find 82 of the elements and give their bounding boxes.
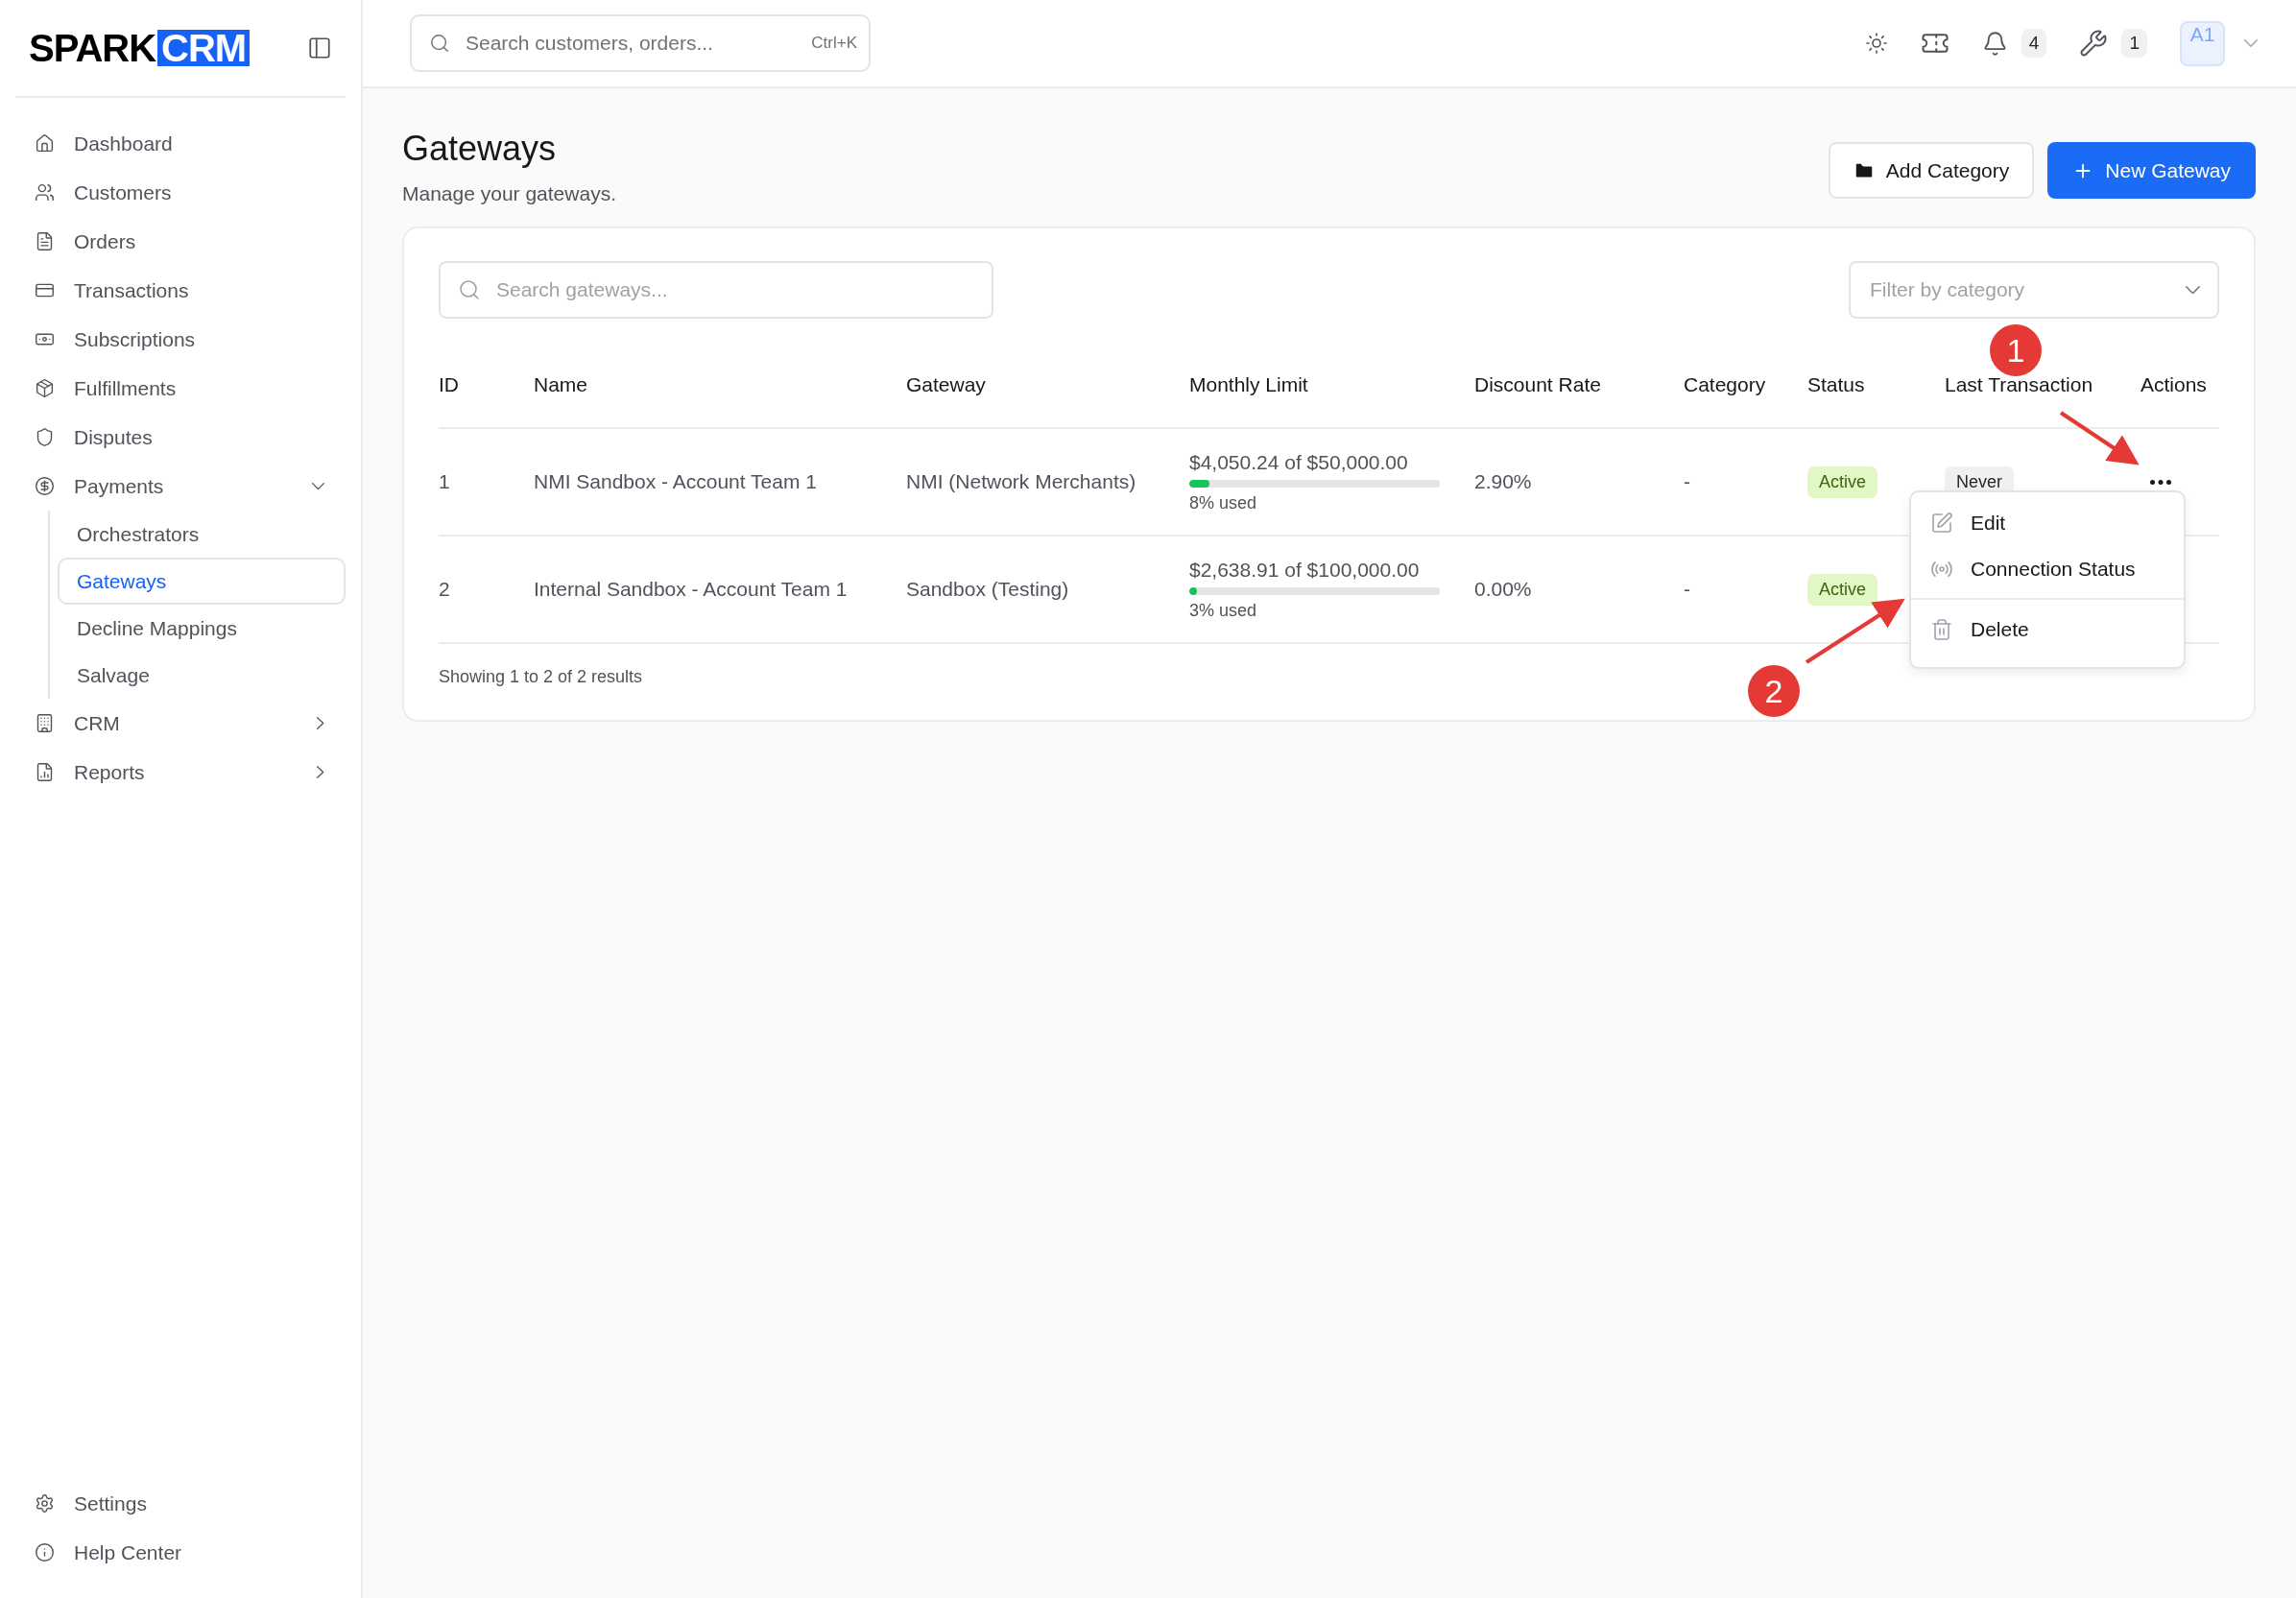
building-icon <box>35 713 55 733</box>
table-cell-text: Sandbox (Testing) <box>906 578 1070 601</box>
search-icon <box>458 278 481 301</box>
ellipsis-icon <box>2150 479 2171 485</box>
menu-item[interactable]: Edit <box>1911 500 2184 546</box>
users-icon <box>35 182 55 203</box>
category-select[interactable]: Filter by category <box>1849 261 2219 319</box>
table-cell-text: 0.00% <box>1474 578 1533 601</box>
table-cell-text: NMI (Network Merchants) <box>906 470 1137 493</box>
pencil-icon <box>1930 512 1953 535</box>
table-cell-text: - <box>1684 578 1691 601</box>
sidebar-item[interactable]: Reports <box>15 748 346 797</box>
sidebar-subitem[interactable]: Salvage <box>58 652 346 699</box>
table-cell-text: 2.90% <box>1474 470 1533 493</box>
trash-icon <box>1930 618 1953 641</box>
limit-amount: $2,638.91 of $100,000.00 <box>1189 558 1421 582</box>
report-icon <box>35 762 55 782</box>
search-icon <box>429 33 450 54</box>
search-input[interactable]: Search customers, orders... <box>464 31 799 56</box>
logo-badge: CRM <box>157 30 251 66</box>
table-cell-text: 2 <box>439 578 451 601</box>
sidebar-subitem[interactable]: Decline Mappings <box>58 605 346 652</box>
sidebar-item[interactable]: Customers <box>15 168 346 217</box>
sidebar-item[interactable]: Subscriptions <box>15 315 346 364</box>
column-header: ID <box>439 372 460 396</box>
page-subtitle: Manage your gateways. <box>402 182 616 205</box>
sidebar-item[interactable]: Dashboard <box>15 119 346 168</box>
sidebar-item[interactable]: Orders <box>15 217 346 266</box>
sidebar-subitem[interactable]: Gateways <box>58 558 346 605</box>
sidebar-toggle-icon[interactable] <box>307 36 332 60</box>
table-cell-text: Internal Sandbox - Account Team 1 <box>534 578 849 601</box>
tools-button[interactable]: 1 <box>2079 29 2147 58</box>
table-cell-text: 1 <box>439 470 451 493</box>
column-header: Category <box>1684 372 1767 396</box>
avatar: A1 <box>2180 20 2225 66</box>
wrench-icon <box>2079 29 2109 58</box>
home-icon <box>35 133 55 154</box>
usage-label: 8% used <box>1189 492 1258 513</box>
chevron-down-icon <box>2186 285 2200 295</box>
sidebar-item[interactable]: Help Center <box>15 1528 346 1577</box>
search-box[interactable]: Search customers, orders... Ctrl+K <box>410 14 871 72</box>
status-badge: Active <box>1807 465 1878 498</box>
sidebar-item[interactable]: CRM <box>15 699 346 748</box>
box-icon <box>35 378 55 398</box>
new-gateway-button[interactable]: New Gateway <box>2047 142 2256 199</box>
shield-icon <box>35 427 55 447</box>
table-cell-text: NMI Sandbox - Account Team 1 <box>534 470 818 493</box>
results-summary: Showing 1 to 2 of 2 results <box>439 667 644 687</box>
settings-icon <box>35 1493 55 1514</box>
document-icon <box>35 231 55 251</box>
sidebar-item[interactable]: Fulfillments <box>15 364 346 413</box>
status-badge: Active <box>1807 573 1878 606</box>
column-header: Name <box>534 372 589 396</box>
notification-count: 4 <box>2021 29 2047 58</box>
info-icon <box>35 1542 55 1562</box>
chevron-down-icon <box>2244 38 2258 48</box>
shortcut-hint: Ctrl+K <box>811 34 857 53</box>
dollar-icon <box>35 476 55 496</box>
usage-label: 3% used <box>1189 600 1258 621</box>
menu-item[interactable]: Connection Status <box>1911 546 2184 592</box>
column-header: Discount Rate <box>1474 372 1602 396</box>
sidebar-item[interactable]: Transactions <box>15 266 346 315</box>
sidebar-subitem[interactable]: Orchestrators <box>58 511 346 558</box>
limit-amount: $4,050.24 of $50,000.00 <box>1189 450 1409 474</box>
page-title: Gateways <box>402 128 558 169</box>
column-header: Actions <box>2141 372 2208 396</box>
logo-word: SPARK <box>29 26 156 70</box>
column-header: Status <box>1807 372 1866 396</box>
notifications-button[interactable]: 4 <box>1981 29 2047 58</box>
tools-count: 1 <box>2121 29 2147 58</box>
search-box[interactable]: Search gateways... <box>439 261 993 319</box>
more-button[interactable] <box>2150 479 2171 485</box>
sidebar-item[interactable]: Disputes <box>15 413 346 462</box>
theme-button[interactable] <box>1864 32 1888 55</box>
table-cell-text: - <box>1684 470 1691 493</box>
add-category-button[interactable]: Add Category <box>1828 142 2035 199</box>
search-input[interactable]: Search gateways... <box>494 277 974 302</box>
category-input[interactable]: Filter by category <box>1868 277 2172 302</box>
column-header: Gateway <box>906 372 987 396</box>
sidebar-item[interactable]: Payments <box>15 462 346 511</box>
column-header: Monthly Limit <box>1189 372 1309 396</box>
sidebar-item[interactable]: Settings <box>15 1479 346 1528</box>
